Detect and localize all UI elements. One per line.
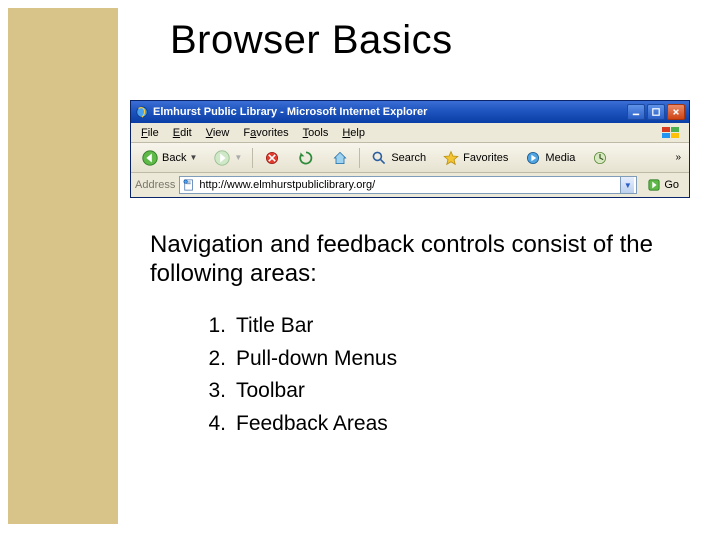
- close-button[interactable]: [667, 104, 685, 120]
- maximize-button[interactable]: [647, 104, 665, 120]
- minimize-button[interactable]: [627, 104, 645, 120]
- list-label: Title Bar: [236, 310, 313, 343]
- toolbar-separator: [359, 148, 360, 168]
- menu-file[interactable]: File: [135, 126, 165, 140]
- stop-button[interactable]: [257, 146, 287, 170]
- browser-menubar: File Edit View Favorites Tools Help: [131, 123, 689, 143]
- windows-flag-icon: [657, 125, 685, 141]
- list-item: 3. Toolbar: [200, 375, 397, 408]
- menu-favorites[interactable]: Favorites: [237, 126, 294, 140]
- chevron-down-icon: ▼: [189, 153, 197, 162]
- back-icon: [141, 149, 159, 167]
- list-label: Feedback Areas: [236, 408, 388, 441]
- search-button[interactable]: Search: [364, 146, 432, 170]
- go-icon: [647, 178, 661, 192]
- page-icon: [182, 178, 196, 192]
- list-label: Toolbar: [236, 375, 305, 408]
- list-number: 4.: [200, 408, 226, 441]
- toolbar-overflow[interactable]: »: [671, 152, 685, 163]
- media-button[interactable]: Media: [518, 146, 581, 170]
- address-label: Address: [135, 179, 175, 191]
- slide: Browser Basics Elmhurst Public Library -…: [0, 0, 720, 540]
- address-dropdown[interactable]: ▼: [620, 177, 634, 193]
- menu-help[interactable]: Help: [336, 126, 371, 140]
- list-item: 2. Pull-down Menus: [200, 343, 397, 376]
- list-item: 1. Title Bar: [200, 310, 397, 343]
- home-icon: [331, 149, 349, 167]
- go-label: Go: [664, 179, 679, 191]
- list-label: Pull-down Menus: [236, 343, 397, 376]
- list-number: 1.: [200, 310, 226, 343]
- address-input[interactable]: http://www.elmhurstpubliclibrary.org/ ▼: [179, 176, 637, 194]
- home-button[interactable]: [325, 146, 355, 170]
- search-icon: [370, 149, 388, 167]
- list-number: 3.: [200, 375, 226, 408]
- menu-view[interactable]: View: [200, 126, 236, 140]
- back-button[interactable]: Back ▼: [135, 146, 203, 170]
- browser-title-text: Elmhurst Public Library - Microsoft Inte…: [153, 106, 623, 118]
- search-label: Search: [391, 152, 426, 164]
- refresh-button[interactable]: [291, 146, 321, 170]
- favorites-label: Favorites: [463, 152, 508, 164]
- browser-addressbar: Address http://www.elmhurstpubliclibrary…: [131, 173, 689, 197]
- ie-app-icon: [135, 105, 149, 119]
- menu-edit[interactable]: Edit: [167, 126, 198, 140]
- go-button[interactable]: Go: [641, 177, 685, 193]
- browser-window: Elmhurst Public Library - Microsoft Inte…: [130, 100, 690, 198]
- star-icon: [442, 149, 460, 167]
- list-item: 4. Feedback Areas: [200, 408, 397, 441]
- media-icon: [524, 149, 542, 167]
- forward-button[interactable]: ▼: [207, 146, 248, 170]
- forward-icon: [213, 149, 231, 167]
- refresh-icon: [297, 149, 315, 167]
- menu-tools[interactable]: Tools: [297, 126, 335, 140]
- toolbar-separator: [252, 148, 253, 168]
- slide-body-text: Navigation and feedback controls consist…: [150, 230, 660, 289]
- stop-icon: [263, 149, 281, 167]
- slide-title: Browser Basics: [170, 18, 453, 63]
- chevron-down-icon: ▼: [234, 153, 242, 162]
- favorites-button[interactable]: Favorites: [436, 146, 514, 170]
- history-icon: [591, 149, 609, 167]
- window-buttons: [627, 104, 685, 120]
- browser-toolbar: Back ▼ ▼: [131, 143, 689, 173]
- address-url: http://www.elmhurstpubliclibrary.org/: [199, 179, 617, 191]
- history-button[interactable]: [585, 146, 615, 170]
- back-label: Back: [162, 152, 186, 164]
- slide-list: 1. Title Bar 2. Pull-down Menus 3. Toolb…: [200, 310, 397, 440]
- browser-titlebar: Elmhurst Public Library - Microsoft Inte…: [131, 101, 689, 123]
- media-label: Media: [545, 152, 575, 164]
- list-number: 2.: [200, 343, 226, 376]
